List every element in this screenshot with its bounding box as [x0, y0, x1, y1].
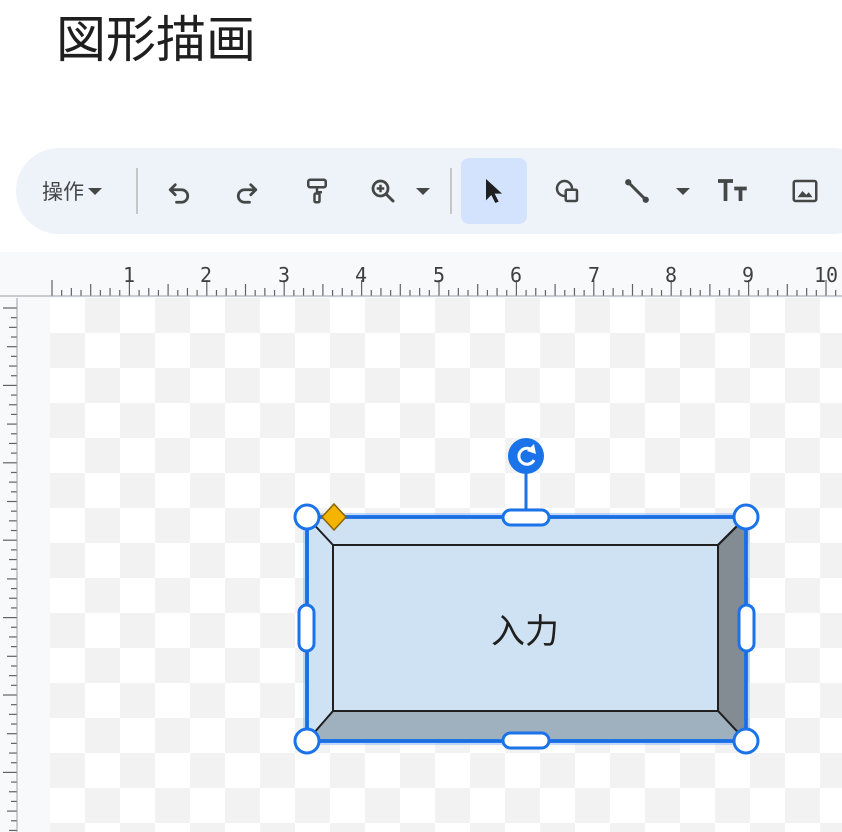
chevron-down-icon	[88, 187, 102, 195]
toolbar-separator	[450, 168, 452, 214]
ruler-label: 1	[123, 263, 135, 287]
shape-icon	[555, 179, 579, 203]
ruler-label: 8	[665, 263, 677, 287]
ruler-label: 2	[200, 263, 212, 287]
image-icon	[792, 179, 818, 203]
ruler-label: 6	[510, 263, 522, 287]
drawing-canvas[interactable]	[50, 298, 842, 832]
ruler-label: 9	[742, 263, 754, 287]
drawing-toolbar: 操作	[16, 148, 842, 234]
redo-icon	[236, 183, 258, 204]
horizontal-ruler: 1 2 3 4 5 6 7 8 9 10	[0, 263, 842, 297]
select-tool-button[interactable]	[461, 158, 527, 224]
vertical-ruler	[3, 298, 18, 832]
shape-text[interactable]: 入力	[332, 600, 718, 656]
ruler-label: 3	[278, 263, 290, 287]
zoom-chevron-down-icon[interactable]	[416, 188, 430, 195]
line-icon	[625, 179, 649, 203]
ruler-label: 4	[355, 263, 367, 287]
ruler-label: 7	[588, 263, 600, 287]
ruler-label: 5	[433, 263, 445, 287]
shape-tool-button[interactable]	[542, 166, 592, 216]
text-box-button[interactable]	[708, 166, 758, 216]
toolbar-separator	[136, 168, 138, 214]
zoom-button[interactable]	[358, 166, 408, 216]
line-tool-button[interactable]	[612, 166, 662, 216]
image-button[interactable]	[780, 166, 830, 216]
ruler-label: 10	[814, 263, 838, 287]
undo-icon	[168, 183, 190, 204]
text-box-icon	[718, 179, 747, 201]
redo-button[interactable]	[222, 166, 272, 216]
line-chevron-down-icon[interactable]	[676, 188, 690, 195]
actions-menu-label: 操作	[42, 180, 84, 204]
paint-format-button[interactable]	[292, 166, 342, 216]
paint-format-icon	[307, 178, 327, 204]
page-title: 図形描画	[56, 11, 256, 69]
actions-menu-button[interactable]: 操作	[42, 170, 122, 212]
select-cursor-icon	[486, 179, 502, 203]
undo-button[interactable]	[154, 166, 204, 216]
zoom-icon	[371, 179, 395, 203]
